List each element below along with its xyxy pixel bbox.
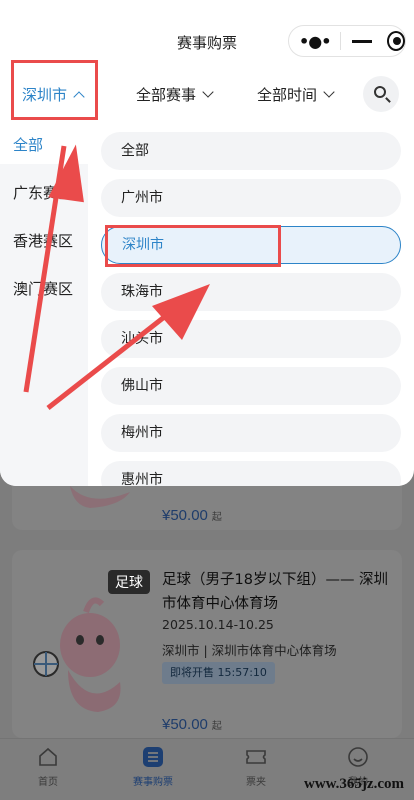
annotation-arrows bbox=[23, 144, 210, 410]
